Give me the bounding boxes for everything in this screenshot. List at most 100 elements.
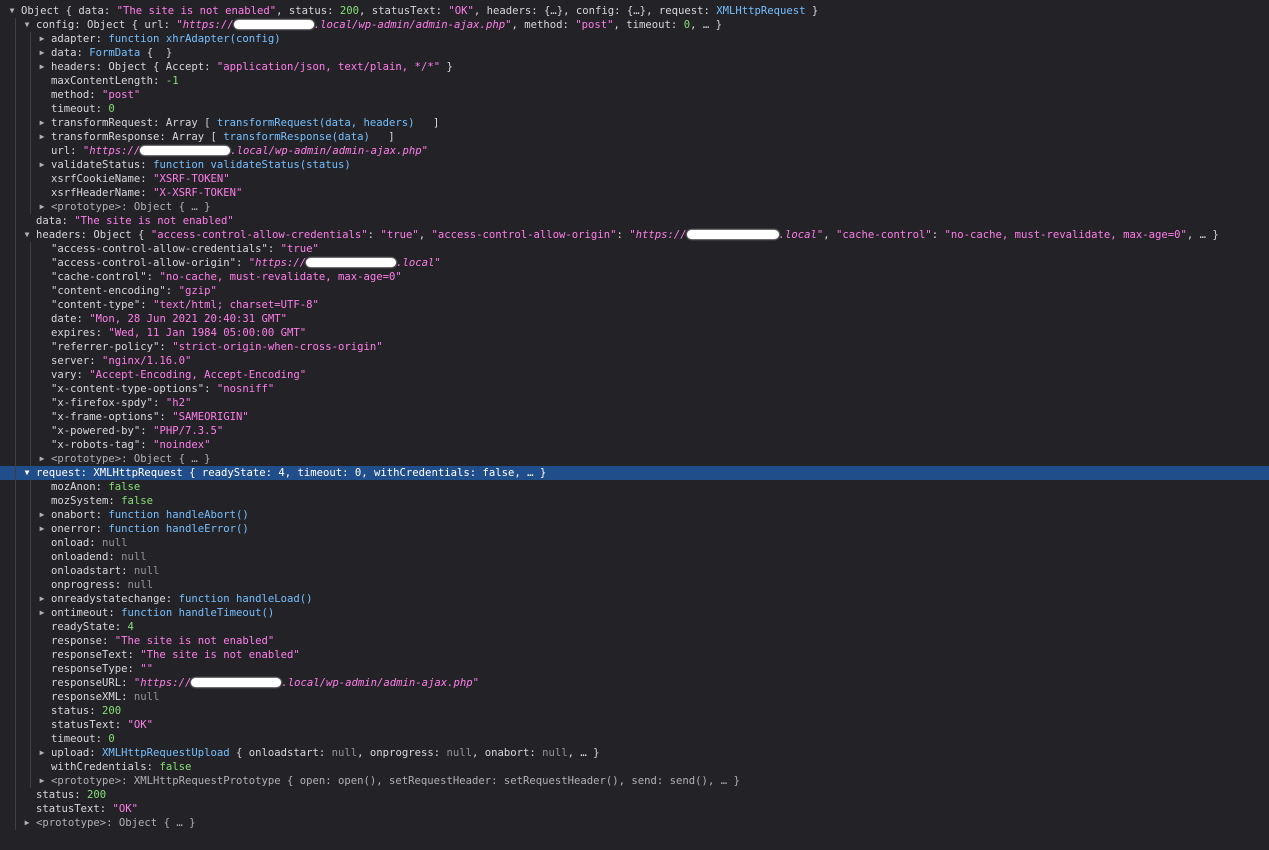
indent-guide	[15, 522, 16, 536]
tree-row[interactable]: expires: "Wed, 11 Jan 1984 05:00:00 GMT"	[0, 326, 1269, 340]
tree-row[interactable]: ▶ <prototype>: Object { … }	[0, 816, 1269, 830]
property-key: "x-firefox-spdy":	[51, 397, 166, 409]
tree-row[interactable]: responseType: ""	[0, 662, 1269, 676]
tree-row[interactable]: ▶ onerror: function handleError()↪	[0, 522, 1269, 536]
property-value: Object {	[93, 229, 151, 241]
row-content: method: "post"	[51, 88, 140, 102]
indent-guide	[15, 438, 16, 452]
tree-row[interactable]: ▶ onabort: function handleAbort()↪	[0, 508, 1269, 522]
tree-row[interactable]: ▶ headers: Object { Accept: "application/…	[0, 60, 1269, 74]
tree-row[interactable]: ▶ <prototype>: Object { … }	[0, 452, 1269, 466]
tree-row[interactable]: url: "https://R.local/wp-admin/admin-aja…	[0, 144, 1269, 158]
tree-row[interactable]: "content-encoding": "gzip"	[0, 284, 1269, 298]
tree-row[interactable]: xsrfCookieName: "XSRF-TOKEN"	[0, 172, 1269, 186]
tree-row[interactable]: onloadstart: null	[0, 564, 1269, 578]
tree-row[interactable]: xsrfHeaderName: "X-XSRF-TOKEN"	[0, 186, 1269, 200]
row-content: timeout: 0	[51, 102, 115, 116]
row-content: expires: "Wed, 11 Jan 1984 05:00:00 GMT"	[51, 326, 306, 340]
tree-row[interactable]: ▶ <prototype>: Object { … }	[0, 200, 1269, 214]
tree-row[interactable]: "x-content-type-options": "nosniff"	[0, 382, 1269, 396]
tree-row[interactable]: response: "The site is not enabled"	[0, 634, 1269, 648]
expand-twisty-icon[interactable]: ▶	[37, 116, 47, 130]
tree-row[interactable]: responseURL: "https://R.local/wp-admin/a…	[0, 676, 1269, 690]
tree-row[interactable]: status: 200	[0, 788, 1269, 802]
tree-row[interactable]: data: "The site is not enabled"	[0, 214, 1269, 228]
tree-row[interactable]: ▶ onreadystatechange: function handleLoad…	[0, 592, 1269, 606]
expand-twisty-icon[interactable]: ▶	[37, 508, 47, 522]
row-content: <prototype>: Object { … }	[51, 200, 210, 214]
tree-row-selected[interactable]: ▼ request: XMLHttpRequest { readyState: 4…	[0, 466, 1269, 480]
tree-row[interactable]: mozAnon: false	[0, 480, 1269, 494]
tree-row[interactable]: date: "Mon, 28 Jun 2021 20:40:31 GMT"	[0, 312, 1269, 326]
tree-row[interactable]: ▼ headers: Object { "access-control-allow…	[0, 228, 1269, 242]
tree-row[interactable]: statusText: "OK"	[0, 718, 1269, 732]
property-value: null	[133, 565, 160, 577]
expand-twisty-icon[interactable]: ▶	[37, 200, 47, 214]
indent-guide	[30, 564, 31, 578]
tree-row[interactable]: withCredentials: false	[0, 760, 1269, 774]
tree-row[interactable]: "access-control-allow-origin": "https://…	[0, 256, 1269, 270]
tree-row[interactable]: mozSystem: false	[0, 494, 1269, 508]
tree-row[interactable]: "x-firefox-spdy": "h2"	[0, 396, 1269, 410]
property-value: "gzip"	[178, 285, 217, 297]
tree-row[interactable]: onloadend: null	[0, 550, 1269, 564]
collapse-twisty-icon[interactable]: ▼	[7, 4, 17, 18]
tree-row[interactable]: "cache-control": "no-cache, must-revalid…	[0, 270, 1269, 284]
tree-row[interactable]: timeout: 0	[0, 102, 1269, 116]
tree-row[interactable]: statusText: "OK"	[0, 802, 1269, 816]
property-key: responseType:	[51, 663, 141, 675]
tree-row[interactable]: "access-control-allow-credentials": "tru…	[0, 242, 1269, 256]
property-value: , onprogress:	[357, 747, 447, 759]
tree-row[interactable]: vary: "Accept-Encoding, Accept-Encoding"	[0, 368, 1269, 382]
expand-twisty-icon[interactable]: ▶	[37, 606, 47, 620]
tree-row[interactable]: ▶ data: FormData { }	[0, 46, 1269, 60]
tree-row[interactable]: onload: null	[0, 536, 1269, 550]
property-value: "https://	[176, 19, 234, 31]
tree-row[interactable]: ▼ Object { data: "The site is not enabled…	[0, 4, 1269, 18]
tree-row[interactable]: "content-type": "text/html; charset=UTF-…	[0, 298, 1269, 312]
tree-row[interactable]: method: "post"	[0, 88, 1269, 102]
row-content: transformRequest: Array [ transformReque…	[51, 116, 439, 130]
expand-twisty-icon[interactable]: ▶	[37, 46, 47, 60]
tree-row[interactable]: responseXML: null	[0, 690, 1269, 704]
expand-twisty-icon[interactable]: ▶	[37, 60, 47, 74]
collapse-twisty-icon[interactable]: ▼	[22, 228, 32, 242]
tree-row[interactable]: ▶ validateStatus: function validateStatus…	[0, 158, 1269, 172]
indent-guide	[15, 88, 16, 102]
property-value: "Accept-Encoding, Accept-Encoding"	[89, 369, 307, 381]
tree-row[interactable]: "x-robots-tag": "noindex"	[0, 438, 1269, 452]
property-key: readyState:	[51, 621, 128, 633]
tree-row[interactable]: onprogress: null	[0, 578, 1269, 592]
indent-guide	[15, 816, 16, 830]
tree-row[interactable]: status: 200	[0, 704, 1269, 718]
expand-twisty-icon[interactable]: ▶	[37, 746, 47, 760]
tree-row[interactable]: ▼ config: Object { url: "https://R.local/…	[0, 18, 1269, 32]
indent-guide	[15, 130, 16, 144]
expand-twisty-icon[interactable]: ▶	[37, 158, 47, 172]
tree-row[interactable]: maxContentLength: -1	[0, 74, 1269, 88]
tree-row[interactable]: ▶ <prototype>: XMLHttpRequestPrototype { …	[0, 774, 1269, 788]
expand-twisty-icon[interactable]: ▶	[37, 32, 47, 46]
tree-row[interactable]: ▶ upload: XMLHttpRequestUpload { onloadst…	[0, 746, 1269, 760]
indent-guide	[30, 760, 31, 774]
tree-row[interactable]: timeout: 0	[0, 732, 1269, 746]
expand-twisty-icon[interactable]: ▶	[37, 452, 47, 466]
tree-row[interactable]: "referrer-policy": "strict-origin-when-c…	[0, 340, 1269, 354]
expand-twisty-icon[interactable]: ▶	[37, 592, 47, 606]
collapse-twisty-icon[interactable]: ▼	[22, 466, 32, 480]
tree-row[interactable]: "x-frame-options": "SAMEORIGIN"	[0, 410, 1269, 424]
tree-row[interactable]: ▶ transformResponse: Array [ transformRes…	[0, 130, 1269, 144]
expand-twisty-icon[interactable]: ▶	[37, 774, 47, 788]
collapse-twisty-icon[interactable]: ▼	[22, 18, 32, 32]
tree-row[interactable]: ▶ ontimeout: function handleTimeout()↪	[0, 606, 1269, 620]
tree-row[interactable]: readyState: 4	[0, 620, 1269, 634]
tree-row[interactable]: ▶ adapter: function xhrAdapter(config)↪	[0, 32, 1269, 46]
tree-row[interactable]: ▶ transformRequest: Array [ transformRequ…	[0, 116, 1269, 130]
expand-twisty-icon[interactable]: ▶	[22, 816, 32, 830]
tree-row[interactable]: "x-powered-by": "PHP/7.3.5"	[0, 424, 1269, 438]
indent-guide	[30, 718, 31, 732]
expand-twisty-icon[interactable]: ▶	[37, 130, 47, 144]
expand-twisty-icon[interactable]: ▶	[37, 522, 47, 536]
tree-row[interactable]: server: "nginx/1.16.0"	[0, 354, 1269, 368]
tree-row[interactable]: responseText: "The site is not enabled"	[0, 648, 1269, 662]
